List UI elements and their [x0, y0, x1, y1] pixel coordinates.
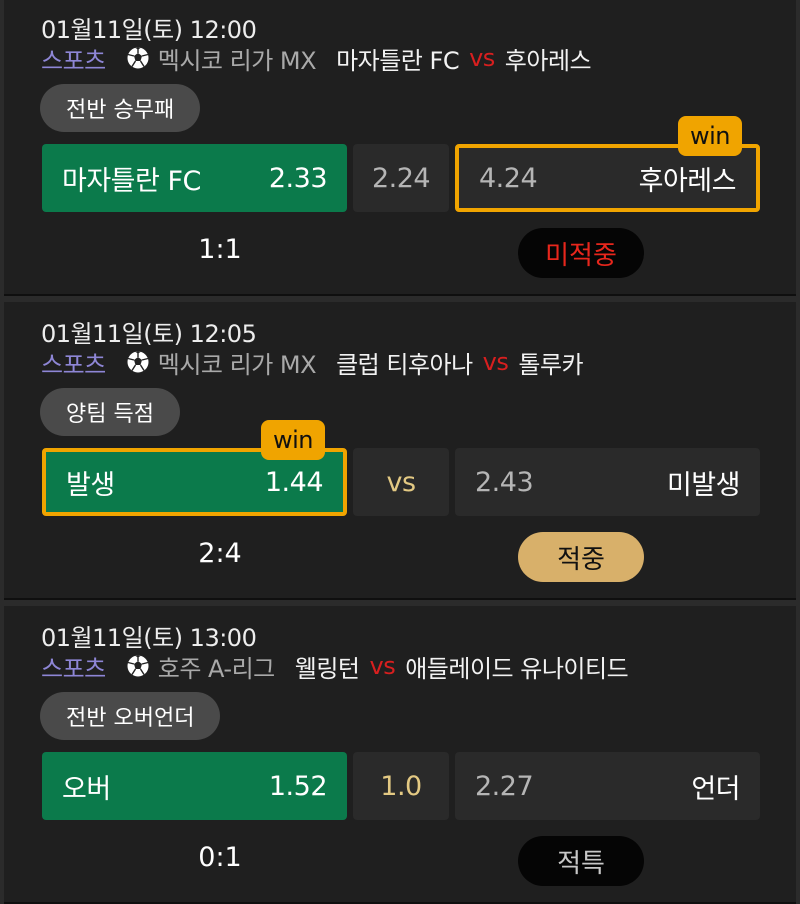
- match-meta: 스포츠 호주 A-리그 웰링턴 vs 애들레이드 유나이티드: [41, 649, 629, 684]
- draw-odds-button[interactable]: vs: [353, 448, 449, 516]
- match-meta: 스포츠 멕시코 리가 MX 클럽 티후아나 vs 톨루카: [41, 345, 584, 380]
- soccer-ball-icon: [126, 654, 150, 678]
- draw-odds: 2.24: [371, 162, 431, 194]
- draw-odds: vs: [386, 466, 416, 498]
- draw-odds-button[interactable]: 1.0: [353, 752, 449, 820]
- bet-type-badge: 전반 오버언더: [40, 692, 221, 740]
- away-label: 언더: [691, 773, 740, 805]
- soccer-ball-icon: [126, 46, 150, 70]
- home-label: 마자틀란 FC: [62, 165, 201, 197]
- away-odds-button[interactable]: win 4.24 후아레스: [455, 116, 760, 212]
- league-name: 호주 A-리그: [157, 654, 276, 683]
- soccer-ball-icon: [126, 350, 150, 374]
- home-odds-button[interactable]: 오버 1.52: [42, 752, 347, 820]
- result-badge: 적중: [518, 532, 644, 582]
- away-label: 미발생: [666, 469, 741, 501]
- home-odds-button[interactable]: 마자틀란 FC 2.33: [42, 144, 347, 212]
- match-meta: 스포츠 멕시코 리가 MX 마자틀란 FC vs 후아레스: [41, 41, 592, 76]
- sport-link[interactable]: 스포츠: [41, 345, 106, 380]
- sport-link[interactable]: 스포츠: [41, 649, 106, 684]
- draw-odds-button[interactable]: 2.24: [353, 144, 449, 212]
- win-badge: win: [260, 420, 325, 460]
- away-odds: 2.43: [475, 466, 534, 498]
- home-label: 오버: [62, 773, 111, 805]
- draw-odds: 1.0: [380, 770, 422, 802]
- home-odds: 2.33: [268, 162, 328, 194]
- bet-card: 01월11일(토) 12:05 스포츠 멕시코 리가 MX 클럽 티후아나 vs…: [4, 302, 796, 600]
- bet-type-badge: 전반 승무패: [40, 84, 201, 132]
- result-badge: 미적중: [518, 228, 644, 278]
- away-team-name: 톨루카: [518, 350, 584, 379]
- home-team-name: 마자틀란 FC: [336, 46, 460, 75]
- league-name: 멕시코 리가 MX: [157, 350, 317, 379]
- match-score: 0:1: [198, 842, 242, 873]
- away-team-name: 애들레이드 유나이티드: [405, 654, 629, 683]
- away-odds: 2.27: [475, 770, 534, 802]
- home-team-name: 웰링턴: [294, 654, 360, 683]
- away-odds-button[interactable]: 2.27 언더: [455, 752, 760, 820]
- bet-type-badge: 양팀 득점: [40, 388, 180, 436]
- bet-card: 01월11일(토) 12:00 스포츠 멕시코 리가 MX 마자틀란 FC vs…: [4, 0, 796, 296]
- vs-label: vs: [482, 348, 509, 376]
- win-badge: win: [677, 116, 742, 156]
- bet-history-list: 01월11일(토) 12:00 스포츠 멕시코 리가 MX 마자틀란 FC vs…: [0, 0, 800, 904]
- league-name: 멕시코 리가 MX: [157, 46, 317, 75]
- away-label: 후아레스: [638, 165, 737, 197]
- result-badge: 적특: [518, 836, 644, 886]
- vs-label: vs: [469, 44, 495, 72]
- home-odds: 1.44: [264, 466, 324, 498]
- away-odds-button[interactable]: 2.43 미발생: [455, 448, 760, 516]
- home-odds-button[interactable]: win 발생 1.44: [42, 420, 347, 516]
- match-score: 1:1: [198, 234, 242, 265]
- away-odds: 4.24: [479, 162, 538, 194]
- vs-label: vs: [369, 652, 396, 680]
- home-odds: 1.52: [268, 770, 328, 802]
- home-team-name: 클럽 티후아나: [336, 350, 473, 379]
- home-label: 발생: [66, 469, 115, 501]
- match-score: 2:4: [198, 538, 242, 569]
- sport-link[interactable]: 스포츠: [41, 41, 106, 76]
- bet-card: 01월11일(토) 13:00 스포츠 호주 A-리그 웰링턴 vs 애들레이드…: [4, 606, 796, 904]
- away-team-name: 후아레스: [504, 46, 592, 75]
